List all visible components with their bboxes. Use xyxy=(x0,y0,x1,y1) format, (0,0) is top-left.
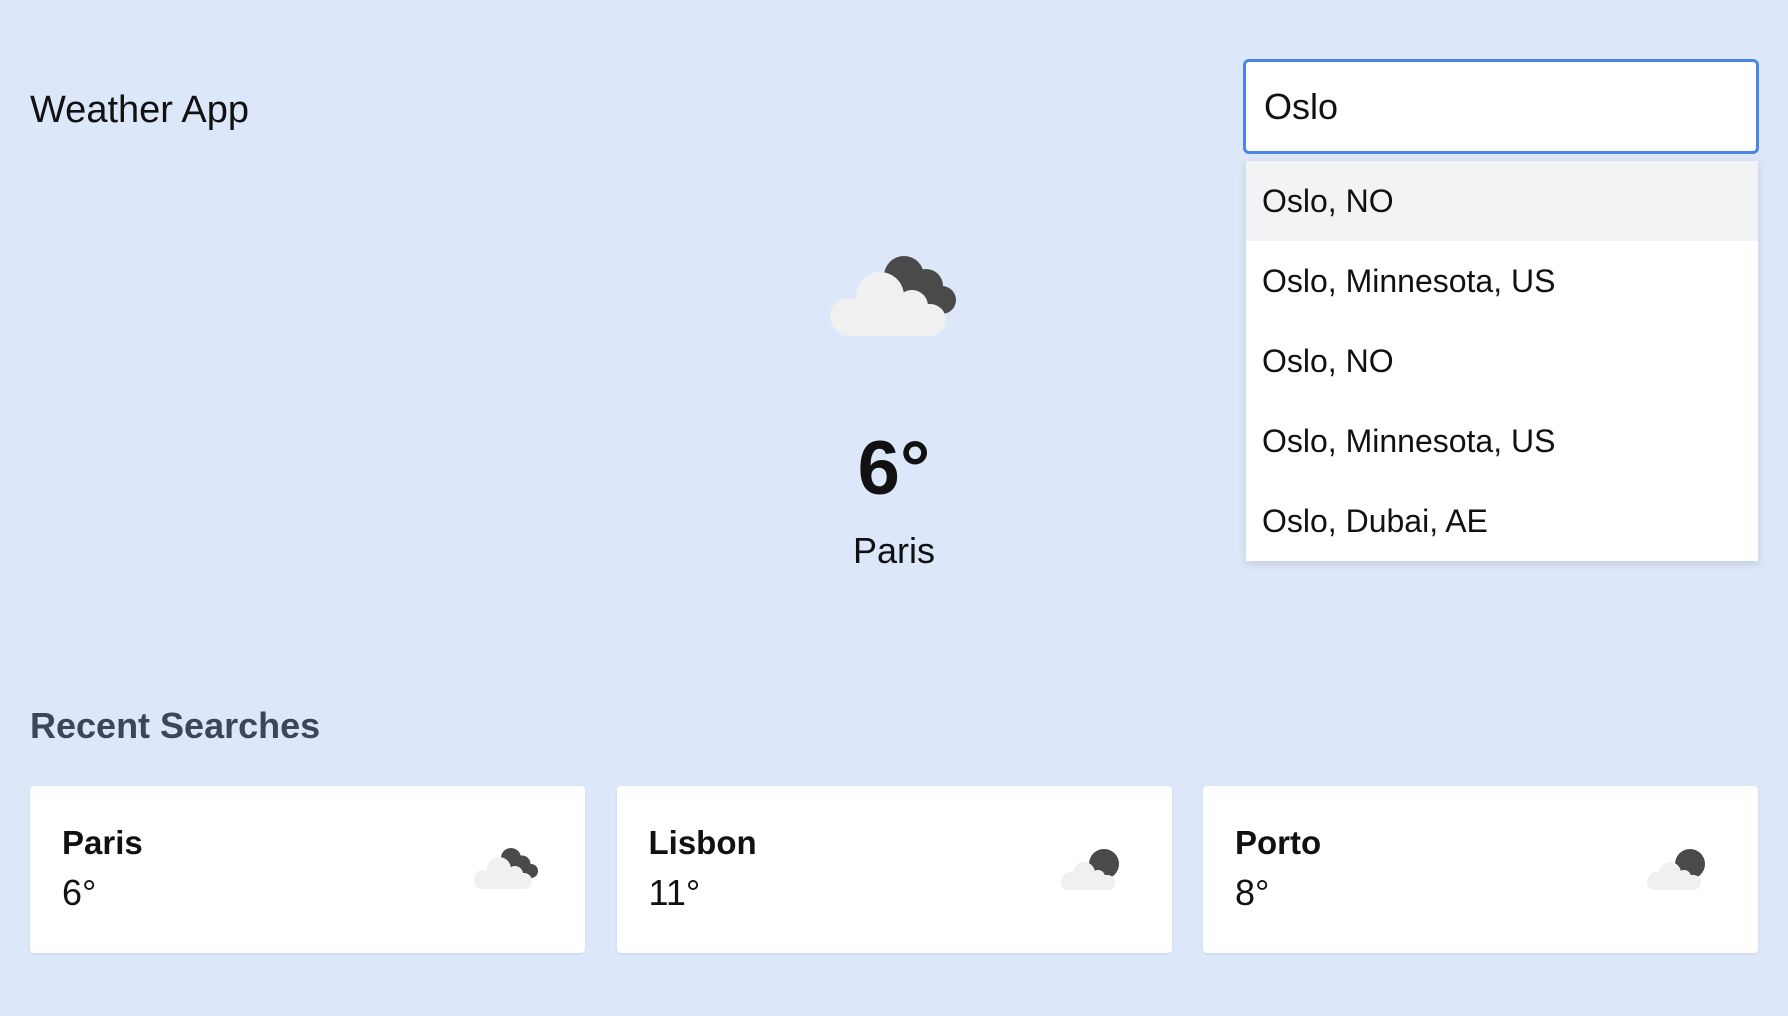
cloudy-icon xyxy=(830,256,956,336)
suggestion-item[interactable]: Oslo, NO xyxy=(1246,161,1758,241)
card-temperature: 8° xyxy=(1235,872,1270,913)
card-city: Paris xyxy=(62,824,143,861)
search-input[interactable] xyxy=(1243,59,1759,154)
current-temperature: 6° xyxy=(857,426,931,511)
recent-searches-list: Paris 6° Lisbon 11° Porto 8° xyxy=(30,786,1758,953)
partly-cloudy-night-icon xyxy=(1060,849,1119,890)
suggestion-item[interactable]: Oslo, Minnesota, US xyxy=(1246,241,1758,321)
partly-cloudy-night-icon xyxy=(1647,849,1705,890)
recent-search-card[interactable]: Paris 6° xyxy=(30,786,585,953)
card-temperature: 11° xyxy=(648,872,701,913)
card-city: Lisbon xyxy=(648,824,757,861)
current-city: Paris xyxy=(852,530,936,571)
recent-search-card[interactable]: Porto 8° xyxy=(1203,786,1758,953)
recent-search-card[interactable]: Lisbon 11° xyxy=(616,786,1172,953)
cloudy-icon xyxy=(474,848,538,889)
card-city: Porto xyxy=(1235,824,1322,861)
suggestion-item[interactable]: Oslo, Dubai, AE xyxy=(1246,481,1758,561)
card-temperature: 6° xyxy=(62,872,97,913)
search-suggestions: Oslo, NO Oslo, Minnesota, US Oslo, NO Os… xyxy=(1246,161,1758,561)
recent-searches-heading: Recent Searches xyxy=(30,705,321,746)
app-title: Weather App xyxy=(30,89,250,131)
suggestion-item[interactable]: Oslo, Minnesota, US xyxy=(1246,401,1758,481)
suggestion-item[interactable]: Oslo, NO xyxy=(1246,321,1758,401)
